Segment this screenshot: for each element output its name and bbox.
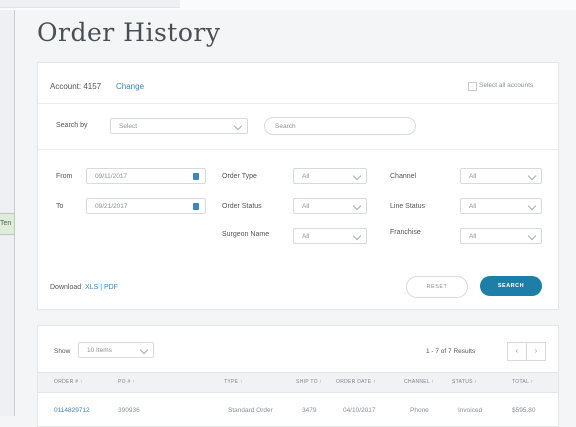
page-size-value: 10 Items bbox=[87, 347, 112, 354]
chevron-down-icon bbox=[527, 201, 537, 211]
prev-page-button[interactable]: ‹ bbox=[507, 342, 527, 361]
results-card: Show 10 Items 1 - 7 of 7 Results ‹ › ORD… bbox=[37, 325, 559, 427]
download-row: Download XLS | PDF bbox=[50, 284, 118, 291]
calendar-icon[interactable] bbox=[193, 203, 199, 210]
select-all-checkbox[interactable] bbox=[468, 82, 477, 91]
account-row: Account: 4157 Change Select all accounts bbox=[38, 63, 558, 104]
results-count: 1 - 7 of 7 Results bbox=[426, 348, 476, 355]
search-input[interactable]: Search bbox=[264, 117, 416, 135]
download-separator: | bbox=[100, 284, 103, 291]
col-order-date[interactable]: ORDER DATE ↑ bbox=[336, 379, 376, 385]
page-size-select[interactable]: 10 Items bbox=[78, 342, 154, 358]
col-channel[interactable]: CHANNEL ↑ bbox=[404, 379, 434, 385]
col-order-number[interactable]: ORDER # ↑ bbox=[54, 379, 83, 385]
total: $595.80 bbox=[512, 407, 536, 414]
col-total[interactable]: TOTAL ↑ bbox=[512, 379, 533, 385]
order-date: 04/10/2017 bbox=[343, 407, 376, 414]
col-type[interactable]: TYPE ↑ bbox=[224, 379, 243, 385]
download-xls-link[interactable]: XLS bbox=[85, 284, 98, 291]
chevron-down-icon bbox=[352, 231, 362, 241]
from-date-value: 09/11/2017 bbox=[95, 173, 128, 180]
download-pdf-link[interactable]: PDF bbox=[104, 284, 118, 291]
page-title: Order History bbox=[37, 18, 221, 47]
top-strip bbox=[0, 0, 576, 10]
account-label: Account: 4157 bbox=[50, 82, 102, 91]
table-header: ORDER # ↑ PO # ↑ TYPE ↑ SHIP TO ↑ ORDER … bbox=[38, 372, 558, 393]
search-placeholder: Search bbox=[275, 123, 296, 130]
search-by-value: Select bbox=[119, 123, 138, 130]
franchise-select[interactable]: All bbox=[460, 228, 542, 244]
col-ship-to[interactable]: SHIP TO ↑ bbox=[296, 379, 322, 385]
download-label: Download bbox=[50, 284, 82, 291]
select-all-label: Select all accounts bbox=[479, 82, 534, 89]
surgeon-name-label: Surgeon Name bbox=[222, 231, 270, 238]
line-status-select[interactable]: All bbox=[460, 198, 542, 214]
to-label: To bbox=[56, 203, 64, 210]
chevron-right-icon: › bbox=[534, 346, 538, 355]
channel-select[interactable]: All bbox=[460, 168, 542, 184]
franchise-value: All bbox=[469, 233, 477, 240]
to-date-field[interactable]: 09/21/2017 bbox=[86, 198, 206, 214]
order-status-select[interactable]: All bbox=[293, 198, 367, 214]
order-number-link[interactable]: 0114829712 bbox=[54, 407, 90, 414]
surgeon-name-select[interactable]: All bbox=[293, 228, 367, 244]
chevron-down-icon bbox=[352, 201, 362, 211]
reset-button[interactable]: RESET bbox=[406, 276, 468, 298]
calendar-icon[interactable] bbox=[193, 173, 199, 180]
filters-card: Account: 4157 Change Select all accounts… bbox=[37, 62, 559, 310]
left-side-tab[interactable]: Ten bbox=[0, 213, 15, 235]
chevron-down-icon bbox=[233, 121, 243, 131]
surgeon-name-value: All bbox=[302, 233, 310, 240]
po-number: 390936 bbox=[118, 407, 140, 414]
franchise-label: Franchise bbox=[390, 229, 421, 236]
chevron-down-icon bbox=[527, 171, 537, 181]
order-type-value: All bbox=[302, 173, 310, 180]
channel-value: All bbox=[469, 173, 477, 180]
chevron-down-icon bbox=[527, 231, 537, 241]
browser-tab bbox=[0, 0, 180, 8]
chevron-down-icon bbox=[352, 171, 362, 181]
ship-to: 3479 bbox=[302, 407, 317, 414]
line-status-value: All bbox=[469, 203, 477, 210]
order-type-label: Order Type bbox=[222, 173, 257, 180]
order-status-value: All bbox=[302, 203, 310, 210]
chevron-down-icon bbox=[139, 345, 149, 355]
from-date-field[interactable]: 09/11/2017 bbox=[86, 168, 206, 184]
line-status-label: Line Status bbox=[390, 203, 426, 210]
search-button[interactable]: SEARCH bbox=[480, 276, 542, 296]
to-date-value: 09/21/2017 bbox=[95, 203, 128, 210]
channel-label: Channel bbox=[390, 173, 417, 180]
order-type: Standard Order bbox=[228, 407, 273, 414]
order-type-select[interactable]: All bbox=[293, 168, 367, 184]
change-account-link[interactable]: Change bbox=[116, 82, 144, 91]
show-label: Show bbox=[54, 348, 71, 355]
col-po-number[interactable]: PO # ↑ bbox=[118, 379, 135, 385]
search-by-row: Search by Select Search bbox=[38, 104, 558, 150]
next-page-button[interactable]: › bbox=[526, 342, 546, 361]
status: Invoiced bbox=[458, 407, 483, 414]
chevron-left-icon: ‹ bbox=[515, 346, 519, 355]
from-label: From bbox=[56, 173, 73, 180]
search-by-select[interactable]: Select bbox=[110, 118, 248, 134]
col-status[interactable]: STATUS ↑ bbox=[452, 379, 477, 385]
order-status-label: Order Status bbox=[222, 203, 262, 210]
channel: Phone bbox=[410, 407, 429, 414]
search-by-label: Search by bbox=[56, 122, 88, 129]
